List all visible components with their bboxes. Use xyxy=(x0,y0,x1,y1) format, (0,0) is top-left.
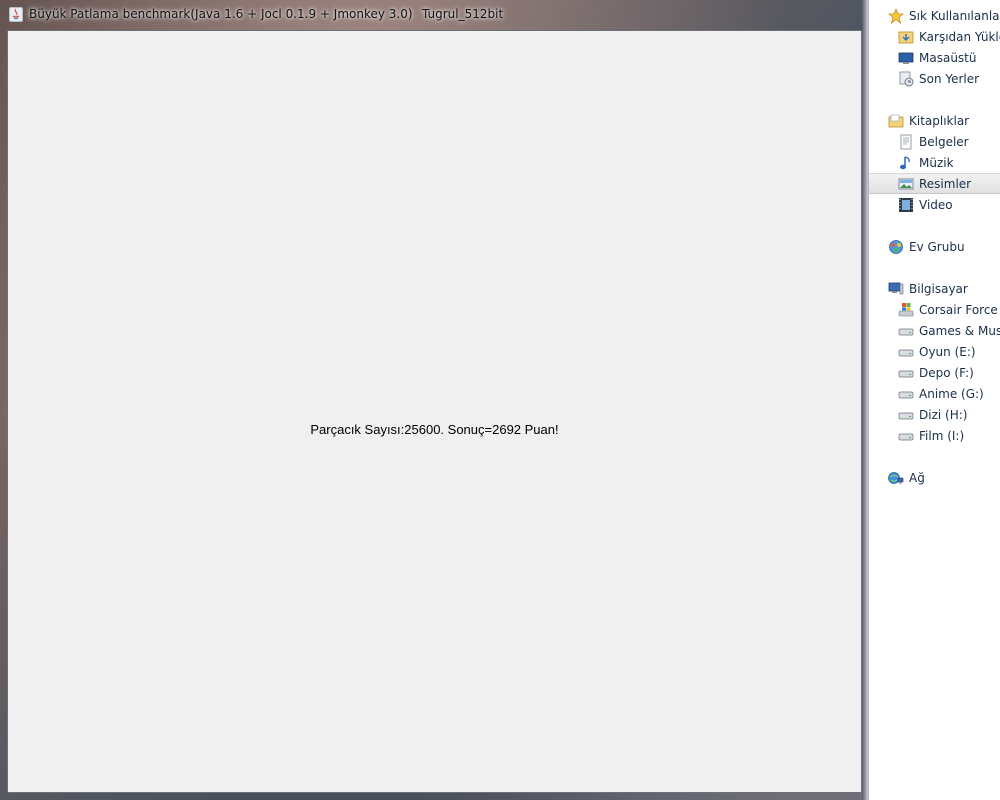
nav-homegroup[interactable]: Ev Grubu xyxy=(869,236,1000,257)
nav-favorites[interactable]: Sık Kullanılanlar xyxy=(869,5,1000,26)
downloads-folder-icon xyxy=(898,31,914,43)
network-icon xyxy=(888,471,904,484)
drive-icon xyxy=(898,391,914,398)
nav-item-drive-g[interactable]: Anime (G:) xyxy=(869,383,1000,404)
system-drive-icon xyxy=(898,302,914,316)
drive-icon xyxy=(898,370,914,377)
nav-item-drive-i[interactable]: Film (I:) xyxy=(869,425,1000,446)
recent-places-icon xyxy=(899,71,914,86)
window-title-suffix: Tugrul_512bit xyxy=(422,7,504,21)
nav-item-drive-d[interactable]: Games & Musi xyxy=(869,320,1000,341)
nav-item-documents[interactable]: Belgeler xyxy=(869,131,1000,152)
benchmark-result-label: Parçacık Sayısı:25600. Sonuç=2692 Puan! xyxy=(310,422,559,437)
nav-item-drive-h[interactable]: Dizi (H:) xyxy=(869,404,1000,425)
nav-item-label: Müzik xyxy=(919,155,954,170)
nav-libraries[interactable]: Kitaplıklar xyxy=(869,110,1000,131)
drive-icon xyxy=(898,412,914,419)
libraries-icon xyxy=(888,114,904,127)
window-titlebar[interactable]: Büyük Patlama benchmark(Java 1.6 + Jocl … xyxy=(0,0,866,29)
drive-icon xyxy=(898,349,914,356)
nav-item-pictures[interactable]: Resimler xyxy=(869,173,1000,194)
nav-item-label: Games & Musi xyxy=(919,323,1000,338)
nav-item-label: Depo (F:) xyxy=(919,365,974,380)
nav-item-video[interactable]: Video xyxy=(869,194,1000,215)
desktop-icon xyxy=(898,52,914,64)
window-title: Büyük Patlama benchmark(Java 1.6 + Jocl … xyxy=(29,7,413,21)
video-icon xyxy=(899,197,913,212)
documents-icon xyxy=(900,134,912,149)
java-icon xyxy=(9,7,23,22)
nav-item-label: Corsair Force 3 xyxy=(919,302,1000,317)
nav-favorites-label: Sık Kullanılanlar xyxy=(909,8,1000,23)
nav-computer[interactable]: Bilgisayar xyxy=(869,278,1000,299)
java-app-window: Büyük Patlama benchmark(Java 1.6 + Jocl … xyxy=(0,0,866,800)
pictures-icon xyxy=(898,178,914,189)
nav-item-label: Video xyxy=(919,197,953,212)
nav-network-label: Ağ xyxy=(909,470,925,485)
computer-icon xyxy=(888,282,904,294)
nav-libraries-label: Kitaplıklar xyxy=(909,113,970,128)
nav-item-label: Oyun (E:) xyxy=(919,344,976,359)
nav-item-drive-e[interactable]: Oyun (E:) xyxy=(869,341,1000,362)
nav-item-downloads[interactable]: Karşıdan Yükle xyxy=(869,26,1000,47)
nav-item-label: Belgeler xyxy=(919,134,969,149)
nav-item-drive-f[interactable]: Depo (F:) xyxy=(869,362,1000,383)
nav-item-desktop[interactable]: Masaüstü xyxy=(869,47,1000,68)
nav-item-label: Resimler xyxy=(919,176,972,191)
nav-homegroup-label: Ev Grubu xyxy=(909,239,965,254)
music-icon xyxy=(900,155,910,169)
nav-item-label: Karşıdan Yükle xyxy=(919,29,1000,44)
explorer-navigation-pane[interactable]: Sık Kullanılanlar Karşıdan Yükle Masaüst… xyxy=(868,0,1000,800)
drive-icon xyxy=(898,328,914,335)
nav-item-drive-c[interactable]: Corsair Force 3 xyxy=(869,299,1000,320)
nav-item-label: Son Yerler xyxy=(919,71,980,86)
drive-icon xyxy=(898,433,914,440)
app-content-area: Parçacık Sayısı:25600. Sonuç=2692 Puan! xyxy=(7,30,862,793)
homegroup-icon xyxy=(889,239,903,254)
nav-network[interactable]: Ağ xyxy=(869,467,1000,488)
nav-item-recent[interactable]: Son Yerler xyxy=(869,68,1000,89)
nav-item-label: Film (I:) xyxy=(919,428,965,443)
nav-item-label: Masaüstü xyxy=(919,50,977,65)
nav-computer-label: Bilgisayar xyxy=(909,281,968,296)
nav-item-music[interactable]: Müzik xyxy=(869,152,1000,173)
star-icon xyxy=(888,7,904,24)
nav-item-label: Anime (G:) xyxy=(919,386,984,401)
nav-item-label: Dizi (H:) xyxy=(919,407,968,422)
